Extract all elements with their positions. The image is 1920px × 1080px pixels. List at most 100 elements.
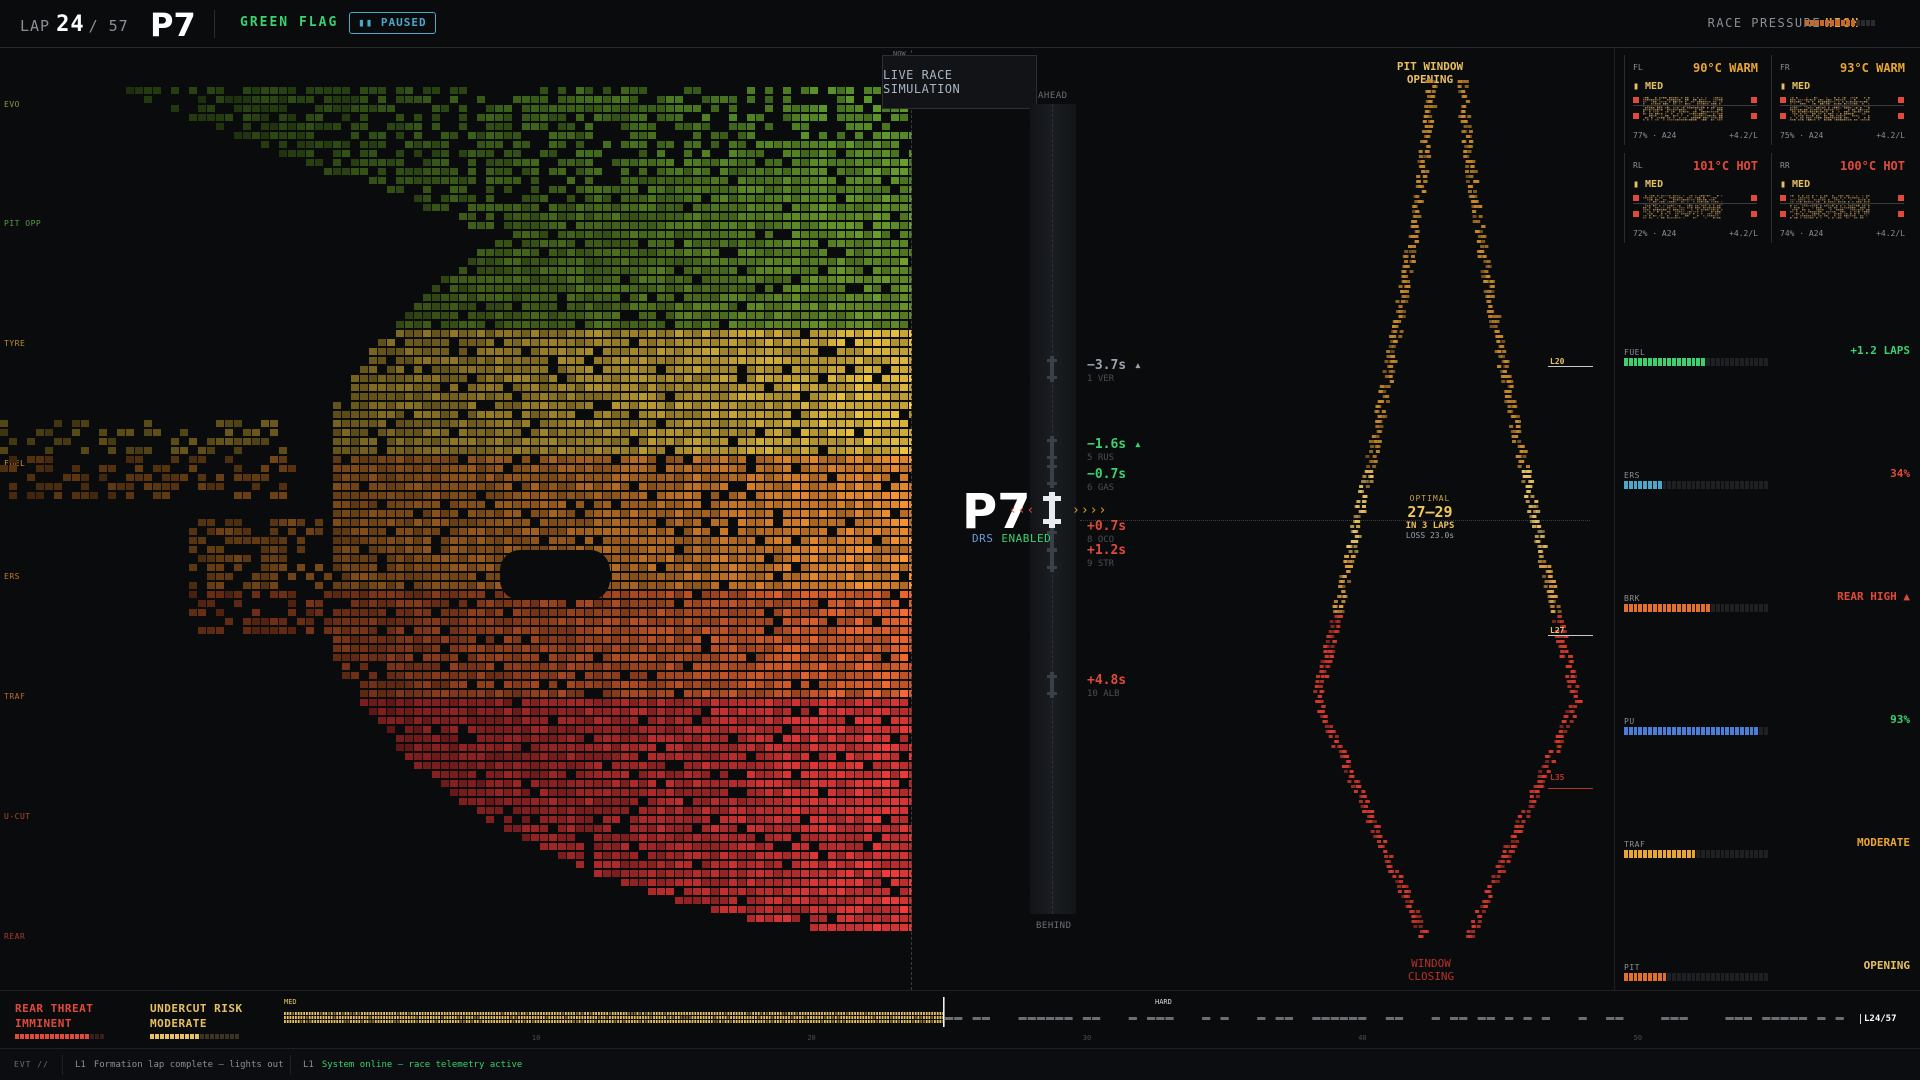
heat-cell — [468, 510, 476, 517]
heat-cell — [747, 825, 755, 832]
heat-cell — [396, 717, 404, 724]
heat-cell — [711, 789, 719, 796]
heat-cell — [675, 537, 683, 544]
heat-cell — [459, 447, 467, 454]
heat-cell — [828, 222, 836, 229]
heat-cell — [837, 267, 845, 274]
heat-cell — [837, 672, 845, 679]
heat-cell — [900, 672, 908, 679]
heat-cell — [459, 582, 467, 589]
heat-cell — [423, 438, 431, 445]
heat-cell — [900, 249, 908, 256]
heat-cell — [270, 627, 278, 634]
heat-cell — [459, 321, 467, 328]
heat-cell — [576, 645, 584, 652]
heat-cell — [333, 645, 341, 652]
heat-cell — [522, 600, 530, 607]
heat-cell — [342, 591, 350, 598]
heat-cell — [603, 753, 611, 760]
heat-cell — [720, 213, 728, 220]
heat-cell — [153, 87, 161, 94]
heat-cell — [522, 519, 530, 526]
heat-cell — [765, 654, 773, 661]
heat-cell — [837, 276, 845, 283]
heat-cell — [540, 834, 548, 841]
heat-cell — [441, 366, 449, 373]
heat-cell — [369, 474, 377, 481]
heat-cell — [513, 375, 521, 382]
heat-cell — [864, 240, 872, 247]
heat-cell — [621, 537, 629, 544]
heat-cell — [513, 204, 521, 211]
heat-cell — [675, 609, 683, 616]
heat-cell — [486, 618, 494, 625]
heat-cell — [342, 447, 350, 454]
heat-cell — [684, 555, 692, 562]
heat-cell — [729, 294, 737, 301]
heat-cell — [720, 420, 728, 427]
heat-cell — [810, 636, 818, 643]
heat-cell — [396, 564, 404, 571]
heat-cell — [738, 843, 746, 850]
heat-cell — [450, 456, 458, 463]
heat-cell — [846, 114, 854, 121]
heat-cell — [648, 303, 656, 310]
heat-cell — [684, 519, 692, 526]
heat-cell — [234, 537, 242, 544]
heat-cell — [360, 654, 368, 661]
heat-cell — [765, 141, 773, 148]
heat-cell — [693, 537, 701, 544]
heat-cell — [558, 339, 566, 346]
heat-cell — [252, 582, 260, 589]
heat-cell — [801, 672, 809, 679]
heat-cell — [828, 780, 836, 787]
heat-cell — [891, 672, 899, 679]
heat-cell — [801, 546, 809, 553]
heat-cell — [729, 411, 737, 418]
heat-cell — [540, 753, 548, 760]
heat-cell — [477, 384, 485, 391]
heat-cell — [531, 681, 539, 688]
heat-cell — [783, 294, 791, 301]
pause-button[interactable]: ▮▮ PAUSED — [349, 12, 436, 34]
heat-cell — [765, 294, 773, 301]
heat-cell — [747, 582, 755, 589]
heat-cell — [729, 375, 737, 382]
heat-cell — [621, 627, 629, 634]
heat-cell — [801, 294, 809, 301]
heat-cell — [504, 546, 512, 553]
heat-cell — [513, 276, 521, 283]
heat-cell — [243, 114, 251, 121]
heat-cell — [378, 132, 386, 139]
heat-cell — [477, 204, 485, 211]
heat-cell — [666, 159, 674, 166]
heat-cell — [729, 537, 737, 544]
heat-cell — [414, 663, 422, 670]
heat-cell — [729, 258, 737, 265]
heat-cell — [756, 708, 764, 715]
heat-cell — [675, 591, 683, 598]
heat-cell — [828, 753, 836, 760]
heat-cell — [819, 735, 827, 742]
heat-cell — [684, 483, 692, 490]
heat-cell — [513, 627, 521, 634]
heat-cell — [891, 447, 899, 454]
heat-cell — [801, 735, 809, 742]
heat-cell — [450, 420, 458, 427]
heat-cell — [531, 501, 539, 508]
heat-cell — [504, 330, 512, 337]
heat-cell — [657, 879, 665, 886]
heat-cell — [360, 501, 368, 508]
heat-cell — [639, 825, 647, 832]
heat-cell — [657, 807, 665, 814]
heat-cell — [828, 258, 836, 265]
heat-cell — [450, 384, 458, 391]
heat-cell — [792, 627, 800, 634]
heat-cell — [558, 780, 566, 787]
heat-cell — [522, 258, 530, 265]
heat-cell — [432, 438, 440, 445]
heat-cell — [270, 573, 278, 580]
heat-cell — [783, 420, 791, 427]
heat-cell — [369, 600, 377, 607]
heat-cell — [630, 780, 638, 787]
